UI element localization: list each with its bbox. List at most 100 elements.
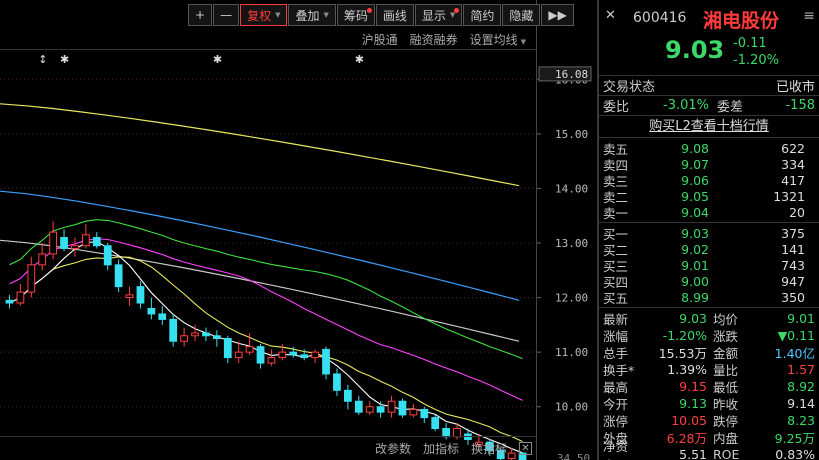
stat-row: 涨停 10.05 跌停 8.23 [599, 412, 819, 429]
kline-chart[interactable]: 16.0015.0014.0013.0012.0011.0010.0016.08… [0, 0, 596, 460]
draw-line-button[interactable]: 画线 [375, 4, 414, 26]
quote-panel: ✕ 600416 湘电股份 ≡ 9.03 -0.11 -1.20% 交易状态 已… [597, 0, 819, 460]
stat-value: 0.83% [775, 447, 816, 460]
candle-body [333, 373, 341, 391]
set-ma-label: 设置均线 [469, 33, 518, 47]
order-book-vol: 743 [781, 257, 805, 273]
stat-label: ROE [712, 447, 740, 460]
stat-row: 最新 9.03 均价 9.01 [599, 310, 819, 327]
toolbar-button-label: ▶▶ [548, 8, 567, 22]
candle-body [5, 299, 14, 304]
zoom-out-button[interactable]: — [213, 4, 240, 26]
candle-body [376, 406, 385, 413]
menu-icon[interactable]: ≡ [803, 8, 815, 24]
quote-header: ✕ 600416 湘电股份 ≡ 9.03 -0.11 -1.20% [599, 0, 819, 76]
close-icon[interactable]: ✕ [605, 8, 616, 23]
order-book-vol: 20 [789, 204, 805, 220]
price-axis [536, 0, 596, 460]
order-book-price: 9.04 [681, 204, 709, 220]
add-indicator-button[interactable]: 加指标 [423, 440, 459, 457]
expand-button[interactable]: ▶▶ [541, 4, 574, 26]
stat-value: 8.23 [787, 413, 816, 428]
toolbar-button-label: 复权 [247, 8, 272, 23]
toolbar-button-label: 简约 [470, 8, 495, 23]
stat-row: 最高 9.15 最低 8.92 [599, 378, 819, 395]
stat-value: 9.14 [787, 396, 816, 411]
toolbar-button-label: 画线 [382, 8, 407, 23]
stat-label: 净资产 [603, 438, 629, 460]
candle-body [343, 389, 352, 402]
candle-body [409, 408, 418, 416]
display-button[interactable]: 显示 ▼ [414, 4, 463, 26]
order-book-price: 9.05 [681, 188, 709, 204]
toolbar-button-label: 叠加 [295, 8, 320, 23]
stat-value: 1.39% [667, 362, 707, 377]
set-ma-link[interactable]: 设置均线 ▼ [470, 31, 526, 48]
candle-body [27, 264, 36, 293]
chart-subbar: 沪股通 融资融券 设置均线 ▼ [0, 30, 536, 50]
candle-body [420, 408, 429, 419]
order-book-vol: 622 [781, 140, 805, 156]
notification-dot-icon [454, 8, 460, 13]
quote-stats: 最新 9.03 均价 9.01 涨幅 -1.20% 涨跌 ▼0.11 总手 15.53万 金额 1.4… [599, 308, 819, 460]
order-book-price: 9.02 [681, 241, 709, 257]
candle-body [278, 351, 287, 359]
close-icon[interactable]: ✕ [519, 442, 532, 455]
candle-body [300, 354, 309, 359]
kline-chart-panel[interactable]: 16.0015.0014.0013.0012.0011.0010.0016.08… [0, 0, 596, 460]
stat-value: 9.13 [679, 396, 707, 411]
order-book-vol: 375 [781, 225, 805, 241]
toolbar-button-label: 筹码 [343, 8, 368, 23]
stat-row: 涨幅 -1.20% 涨跌 ▼0.11 [599, 327, 819, 344]
simple-button[interactable]: 简约 [463, 4, 502, 26]
candle-body [245, 346, 254, 353]
candle-body [387, 400, 396, 413]
buy-l2-link[interactable]: 购买L2查看十档行情 [599, 116, 819, 138]
ma5-line [9, 240, 523, 454]
order-book-price: 9.03 [681, 225, 709, 241]
switch-indicator-button[interactable]: 换指标 [471, 440, 507, 457]
zoom-in-button[interactable]: + [188, 4, 213, 26]
modify-params-button[interactable]: 改参数 [375, 440, 411, 457]
event-marker-icon: ✱ [355, 53, 364, 66]
candle-body [234, 351, 243, 359]
notification-dot-icon [366, 8, 372, 13]
candle-body [289, 351, 298, 356]
chevron-down-icon: ▼ [323, 11, 329, 19]
stat-value: 6.28万 [666, 431, 707, 446]
order-book-price: 9.06 [681, 172, 709, 188]
stock-name: 湘电股份 [703, 10, 780, 32]
hk-connect-link[interactable]: 沪股通 [362, 31, 398, 48]
stat-row: 总手 15.53万 金额 1.40亿 [599, 344, 819, 361]
stat-value: 10.05 [671, 413, 707, 428]
order-book-price: 9.01 [681, 257, 709, 273]
stat-row: 今开 9.13 昨收 9.14 [599, 395, 819, 412]
margin-trading-link[interactable]: 融资融券 [410, 31, 458, 48]
order-book-row[interactable]: 买五 8.99 350 [599, 289, 819, 306]
candle-body [92, 237, 101, 247]
bid-book: 买一 9.03 375 买二 9.02 141 买三 9.01 743 买四 9.00 947 买五 8.… [599, 223, 819, 308]
adjust-button[interactable]: 复权 ▼ [240, 4, 288, 26]
stat-row: 换手* 1.39% 量比 1.57 [599, 361, 819, 378]
wei-bi-value: -3.01% [663, 98, 709, 113]
candle-body [16, 291, 25, 304]
order-book-price: 9.00 [681, 273, 709, 289]
stock-code: 600416 [633, 10, 687, 26]
toolbar-button-label: — [220, 8, 233, 22]
chips-button[interactable]: 筹码 [336, 4, 375, 26]
candle-body [125, 294, 134, 299]
ask-book: 卖五 9.08 622 卖四 9.07 334 卖三 9.06 417 卖二 9.05 1321 卖一 9… [599, 138, 819, 223]
candle-body [202, 332, 210, 337]
hide-button[interactable]: 隐藏 [502, 4, 541, 26]
event-marker-icon: ✱ [213, 53, 222, 66]
stat-value: ▼0.11 [777, 328, 816, 343]
order-book-label: 卖一 [603, 205, 629, 221]
order-book-price: 9.08 [681, 140, 709, 156]
order-book-vol: 1321 [773, 188, 805, 204]
overlay-button[interactable]: 叠加 ▼ [288, 4, 336, 26]
trade-status-value: 已收市 [775, 80, 815, 95]
candle-body [180, 335, 189, 342]
stat-value: 1.40亿 [774, 346, 816, 361]
candle-body [212, 335, 221, 339]
order-book-row[interactable]: 卖一 9.04 20 [599, 204, 819, 221]
